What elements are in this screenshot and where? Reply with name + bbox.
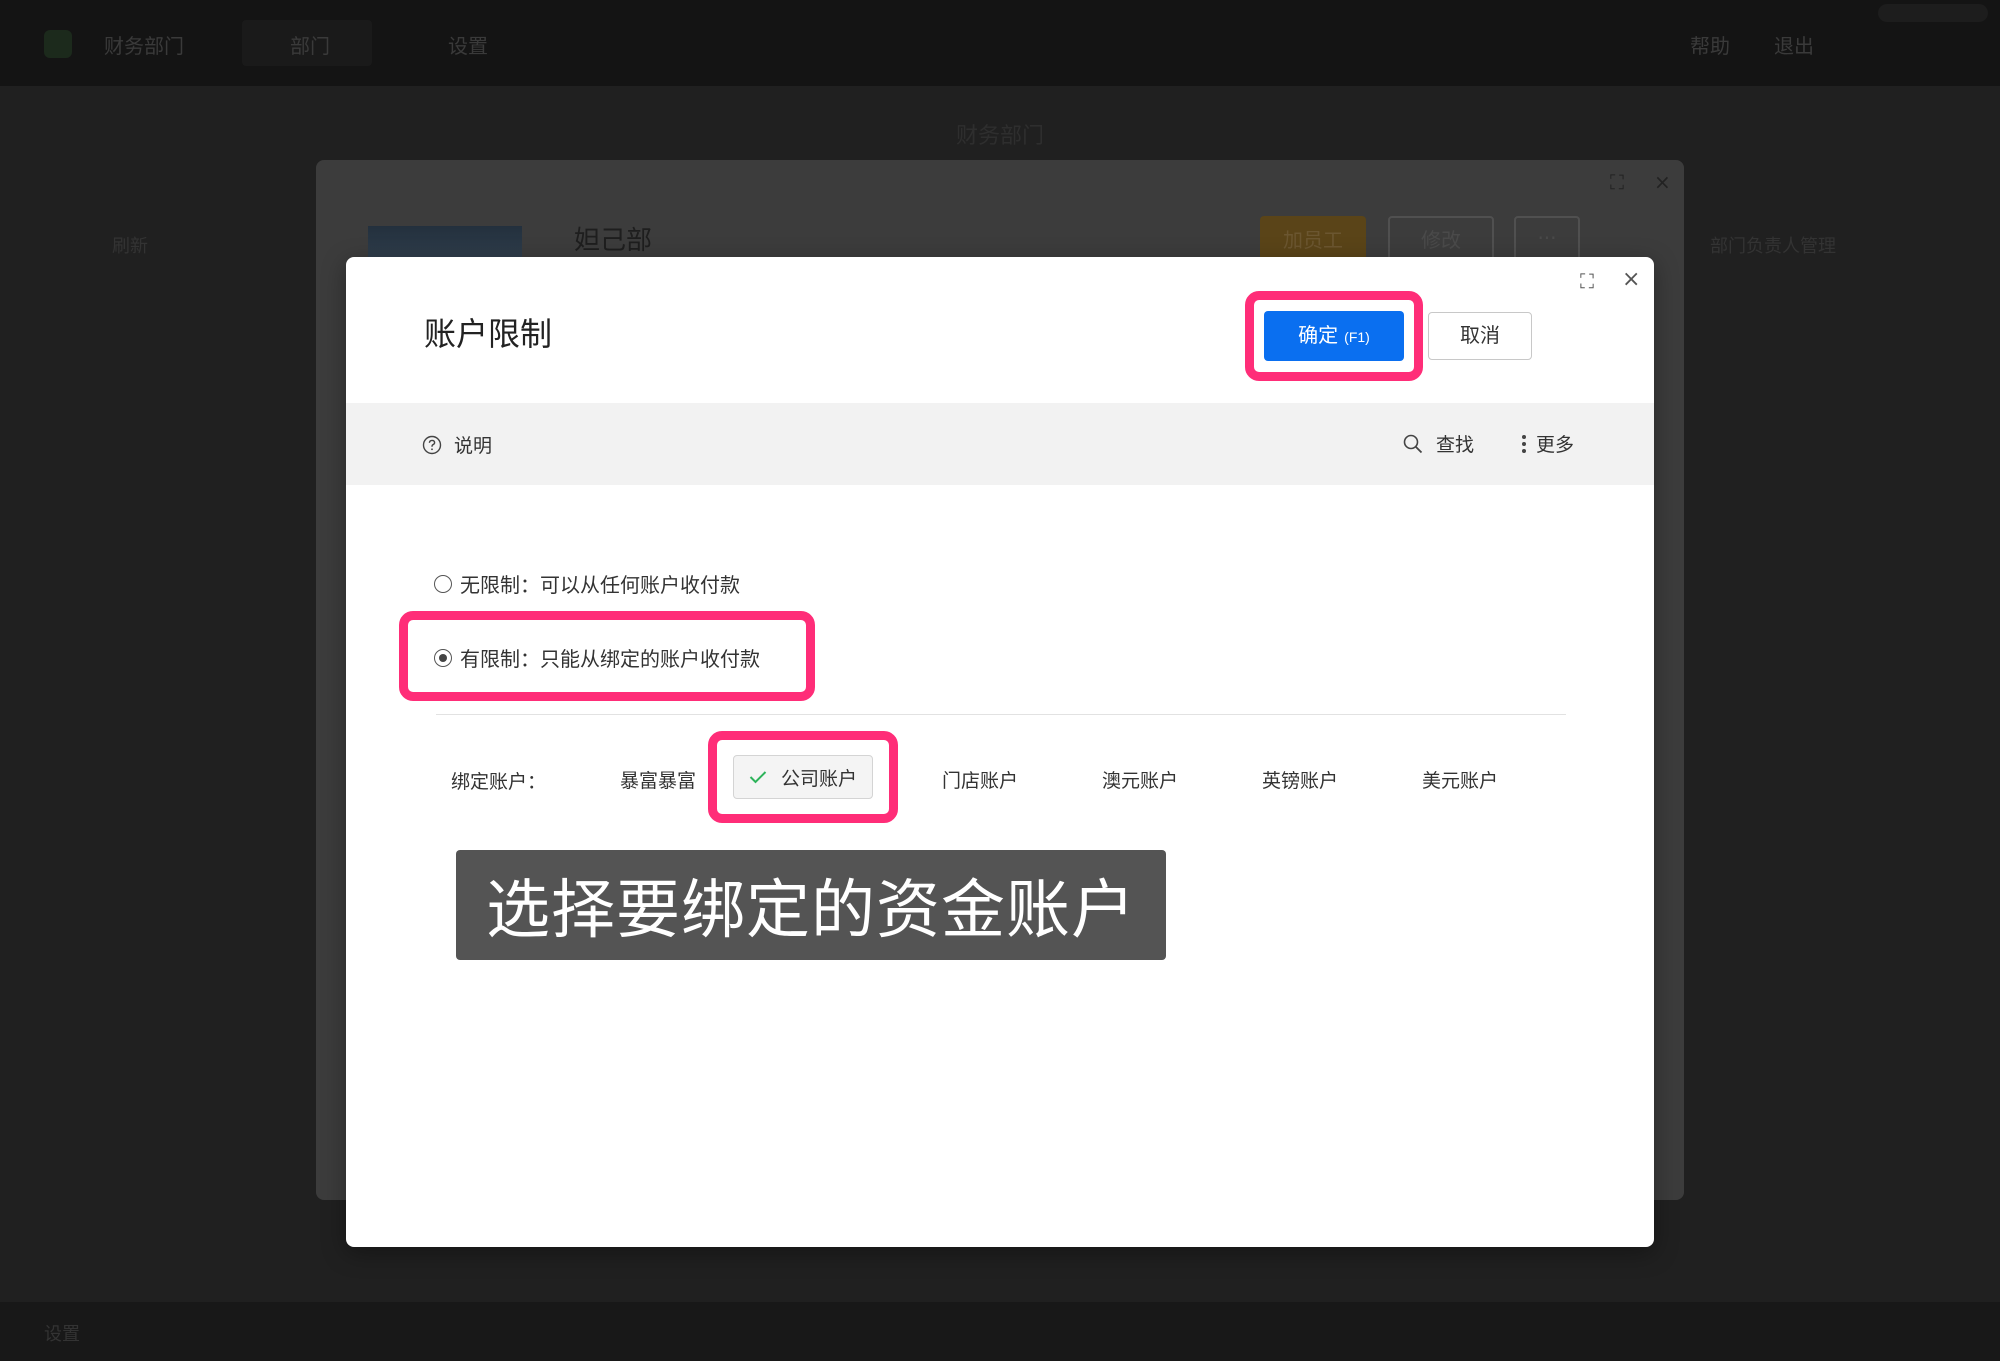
divider xyxy=(436,714,1566,715)
check-icon xyxy=(749,771,767,784)
instruction-caption: 选择要绑定的资金账户 xyxy=(456,850,1166,960)
nav-help[interactable]: 帮助 xyxy=(1690,30,1730,59)
option-restricted[interactable]: 有限制：只能从绑定的账户收付款 xyxy=(434,643,760,672)
account-option[interactable]: 暴富暴富 xyxy=(620,766,696,793)
account-option[interactable]: 澳元账户 xyxy=(1102,766,1178,793)
background-expand-icon: ⛶ xyxy=(1610,170,1624,194)
background-page-title: 财务部门 xyxy=(955,124,1044,149)
background-close-icon: × xyxy=(1654,170,1671,194)
more-vertical-icon xyxy=(1522,434,1526,453)
account-option-selected[interactable]: 公司账户 xyxy=(733,755,873,799)
account-option[interactable]: 美元账户 xyxy=(1422,766,1498,793)
search-button[interactable]: 查找 xyxy=(1402,430,1474,457)
expand-icon[interactable]: ⛶ xyxy=(1580,269,1594,293)
nav-tab-settings[interactable]: 设置 xyxy=(448,30,488,59)
footer-settings[interactable]: 设置 xyxy=(44,1320,80,1346)
question-icon xyxy=(422,435,442,454)
app-bottom-bar: 设置 xyxy=(0,1302,2000,1361)
search-icon xyxy=(1403,434,1423,453)
background-refresh: 刷新 xyxy=(112,236,148,257)
account-option[interactable]: 门店账户 xyxy=(942,766,1018,793)
dialog-toolbar: 说明 查找 更多 xyxy=(346,403,1654,485)
confirm-button[interactable]: 确定 (F1) xyxy=(1264,311,1404,361)
account-restriction-dialog: ⛶ × 账户限制 确定 (F1) 取消 说明 查找 更多 无限制：可以从任何账户… xyxy=(346,257,1654,1247)
more-label: 更多 xyxy=(1536,434,1575,456)
nav-tab-department[interactable]: 部门 xyxy=(290,30,330,59)
more-button[interactable]: 更多 xyxy=(1522,430,1574,457)
account-option[interactable]: 英镑账户 xyxy=(1262,766,1338,793)
dialog-title: 账户限制 xyxy=(424,315,553,353)
option-restricted-label: 有限制：只能从绑定的账户收付款 xyxy=(460,647,760,671)
app-top-bar: 财务部门 部门 设置 帮助 退出 xyxy=(0,0,2000,86)
nav-logout[interactable]: 退出 xyxy=(1774,30,1814,59)
radio-checked-icon[interactable] xyxy=(434,648,452,667)
cancel-button[interactable]: 取消 xyxy=(1428,312,1532,360)
search-label: 查找 xyxy=(1436,434,1475,456)
account-option-label: 公司账户 xyxy=(780,767,857,790)
bind-accounts-label: 绑定账户： xyxy=(451,771,547,793)
option-unrestricted-label: 无限制：可以从任何账户收付款 xyxy=(460,573,740,597)
help-link[interactable]: 说明 xyxy=(422,431,492,458)
app-logo xyxy=(44,30,72,58)
help-label: 说明 xyxy=(454,435,493,457)
department-name: 妲己部 xyxy=(574,226,653,256)
radio-unchecked-icon[interactable] xyxy=(434,574,452,593)
brand-name: 财务部门 xyxy=(104,34,184,58)
option-unrestricted[interactable]: 无限制：可以从任何账户收付款 xyxy=(434,569,740,598)
background-hint: 部门负责人管理 xyxy=(1710,236,1836,257)
confirm-label: 确定 xyxy=(1298,325,1339,347)
close-icon[interactable]: × xyxy=(1622,267,1640,292)
confirm-hotkey: (F1) xyxy=(1344,329,1370,345)
window-corner-badge xyxy=(1878,4,1988,22)
